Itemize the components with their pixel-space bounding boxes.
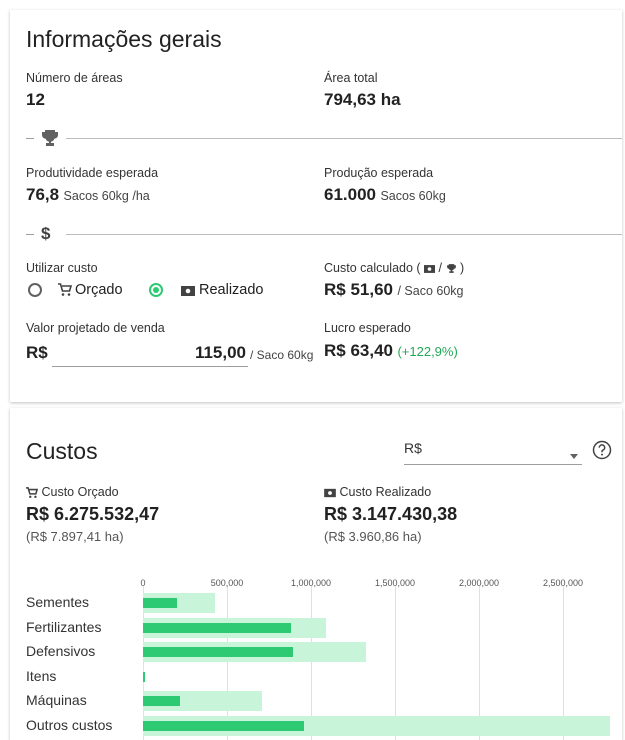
x-tick-label: 1,500,000 <box>374 578 416 588</box>
option-budgeted-label[interactable]: Orçado <box>75 282 123 298</box>
chart-category-label: Máquinas <box>26 692 87 708</box>
bar-realized[interactable] <box>143 671 145 682</box>
productivity-value: 76,8 <box>26 185 60 204</box>
costs-card: Custos R$ Custo Orçado R$ 6.275.532,47 (… <box>10 408 622 740</box>
general-info-card: Informações gerais Número de áreas 12 Ár… <box>10 10 622 402</box>
trophy-icon <box>40 129 60 152</box>
use-cost-label: Utilizar custo <box>26 261 98 275</box>
profit-label: Lucro esperado <box>324 321 411 335</box>
production-value: 61.000 <box>324 185 376 204</box>
cart-icon <box>58 283 73 302</box>
profit-value: R$ 63,40 <box>324 341 393 360</box>
cash-icon <box>424 264 436 273</box>
sale-value-label: Valor projetado de venda <box>26 321 165 335</box>
production-label: Produção esperada <box>324 166 434 180</box>
productivity-label: Produtividade esperada <box>26 166 159 180</box>
option-realized-label[interactable]: Realizado <box>199 282 264 298</box>
sale-value-input[interactable]: 115,00 <box>160 343 246 363</box>
radio-budgeted[interactable] <box>28 283 42 297</box>
bar-realized[interactable] <box>143 696 180 706</box>
profit-percent: (+122,9%) <box>397 344 458 359</box>
chart-category-label: Sementes <box>26 594 90 610</box>
production-unit: Sacos 60kg <box>380 189 446 203</box>
costs-bar-chart: 0 500,000 1,000,000 1,500,000 2,000,000 2,500… <box>10 408 622 740</box>
total-area-value: 794,63 ha <box>324 90 401 109</box>
calc-cost-label: Custo calculado ( / ) <box>324 261 464 275</box>
production-row: 61.000 Sacos 60kg <box>324 185 446 205</box>
bar-realized[interactable] <box>143 622 291 633</box>
sale-input-underline <box>52 366 248 367</box>
calc-cost-label-prefix: Custo calculado ( <box>324 261 421 275</box>
divider-dash <box>26 234 34 235</box>
radio-realized[interactable] <box>149 283 163 297</box>
divider-line <box>66 138 622 139</box>
calc-cost-value: R$ 51,60 <box>324 280 393 299</box>
sale-unit: / Saco 60kg <box>250 348 314 362</box>
calc-cost-unit: / Saco 60kg <box>397 284 464 298</box>
areas-count-label: Número de áreas <box>26 71 123 85</box>
chart-category-label: Defensivos <box>26 643 96 659</box>
general-info-title: Informações gerais <box>26 26 222 52</box>
x-tick-label: 0 <box>140 578 146 588</box>
trophy-icon <box>446 264 456 274</box>
productivity-unit: Sacos 60kg /ha <box>63 189 150 203</box>
chart-category-label: Fertilizantes <box>26 618 102 635</box>
x-tick-label: 1,000,000 <box>290 578 332 588</box>
chart-category-label: Outros custos <box>26 716 113 733</box>
chart-category-label: Itens <box>26 667 57 684</box>
x-tick-label: 2,500,000 <box>542 578 584 588</box>
sale-currency: R$ <box>26 343 48 362</box>
divider-dash <box>26 138 34 139</box>
calc-cost-label-suffix: ) <box>460 261 465 275</box>
total-area-label: Área total <box>324 71 378 85</box>
cash-icon <box>181 284 195 302</box>
bar-realized[interactable] <box>143 720 305 731</box>
calc-cost-label-separator: / <box>438 261 443 275</box>
productivity-row: 76,8 Sacos 60kg /ha <box>26 185 150 205</box>
x-tick-label: 2,000,000 <box>458 578 500 588</box>
areas-count-value: 12 <box>26 90 45 109</box>
divider-line <box>66 234 622 235</box>
profit-row: R$ 63,40 (+122,9%) <box>324 341 458 361</box>
bar-realized[interactable] <box>143 598 177 608</box>
calc-cost-row: R$ 51,60 / Saco 60kg <box>324 280 463 300</box>
x-tick-label: 500,000 <box>210 578 244 588</box>
bar-realized[interactable] <box>143 647 293 657</box>
dollar-icon: $ <box>41 224 51 243</box>
